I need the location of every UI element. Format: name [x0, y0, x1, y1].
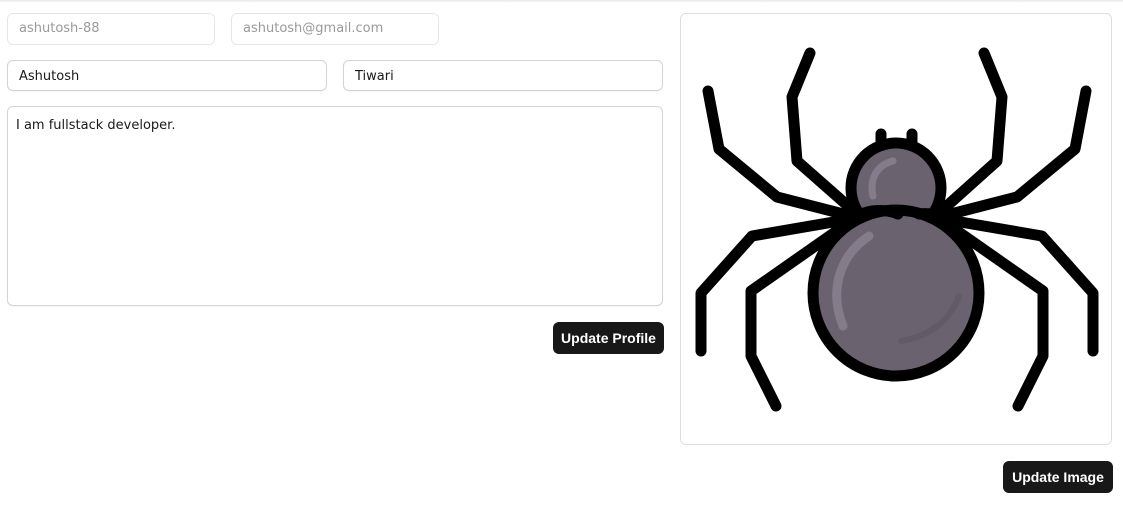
bio-textarea[interactable]: I am fullstack developer.	[7, 106, 663, 306]
first-name-input[interactable]: Ashutosh	[7, 60, 327, 91]
email-field[interactable]: ashutosh@gmail.com	[231, 13, 439, 45]
update-image-button[interactable]: Update Image	[1003, 461, 1113, 493]
top-shadow-strip	[0, 0, 1123, 3]
last-name-input[interactable]: Tiwari	[343, 60, 663, 91]
spider-icon	[695, 47, 1099, 412]
username-field[interactable]: ashutosh-88	[7, 13, 215, 45]
update-profile-button[interactable]: Update Profile	[553, 322, 664, 354]
profile-image-panel	[680, 13, 1112, 445]
